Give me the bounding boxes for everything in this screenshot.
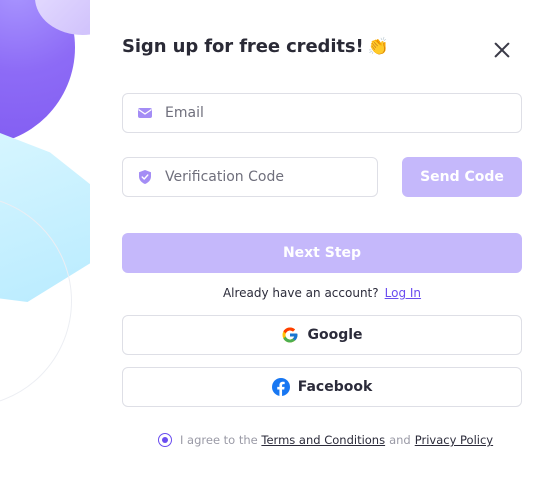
- send-code-button[interactable]: Send Code: [402, 157, 522, 197]
- terms-link[interactable]: Terms and Conditions: [261, 433, 385, 447]
- shield-check-icon: [139, 170, 151, 184]
- close-icon[interactable]: [490, 38, 514, 62]
- email-field[interactable]: [122, 93, 522, 133]
- facebook-signin-button[interactable]: Facebook: [122, 367, 522, 407]
- login-link[interactable]: Log In: [385, 286, 421, 300]
- terms-agreement: I agree to the Terms and Conditions and Pr…: [158, 433, 493, 447]
- privacy-link[interactable]: Privacy Policy: [415, 433, 493, 447]
- agree-prefix: I agree to the: [180, 433, 258, 447]
- title-text: Sign up for free credits!: [122, 36, 364, 57]
- next-step-button[interactable]: Next Step: [122, 233, 522, 273]
- facebook-logo-icon: [271, 378, 290, 396]
- verification-code-field[interactable]: [122, 157, 378, 197]
- agree-joiner: and: [389, 433, 411, 447]
- envelope-icon: [138, 108, 152, 118]
- google-logo-icon: [282, 327, 298, 343]
- email-input[interactable]: [165, 94, 521, 132]
- clapping-hands-icon: 👏: [367, 37, 389, 57]
- signup-dialog: Sign up for free credits!👏 Send Code Nex…: [90, 0, 549, 490]
- facebook-label: Facebook: [297, 379, 373, 395]
- google-label: Google: [307, 327, 363, 343]
- agree-radio[interactable]: [158, 433, 172, 447]
- verification-code-input[interactable]: [165, 158, 377, 196]
- login-prompt: Already have an account? Log In: [122, 286, 522, 300]
- google-signin-button[interactable]: Google: [122, 315, 522, 355]
- page-title: Sign up for free credits! 👏: [122, 36, 389, 57]
- account-prompt-text: Already have an account?: [222, 286, 379, 300]
- decorative-side-panel: [0, 0, 90, 490]
